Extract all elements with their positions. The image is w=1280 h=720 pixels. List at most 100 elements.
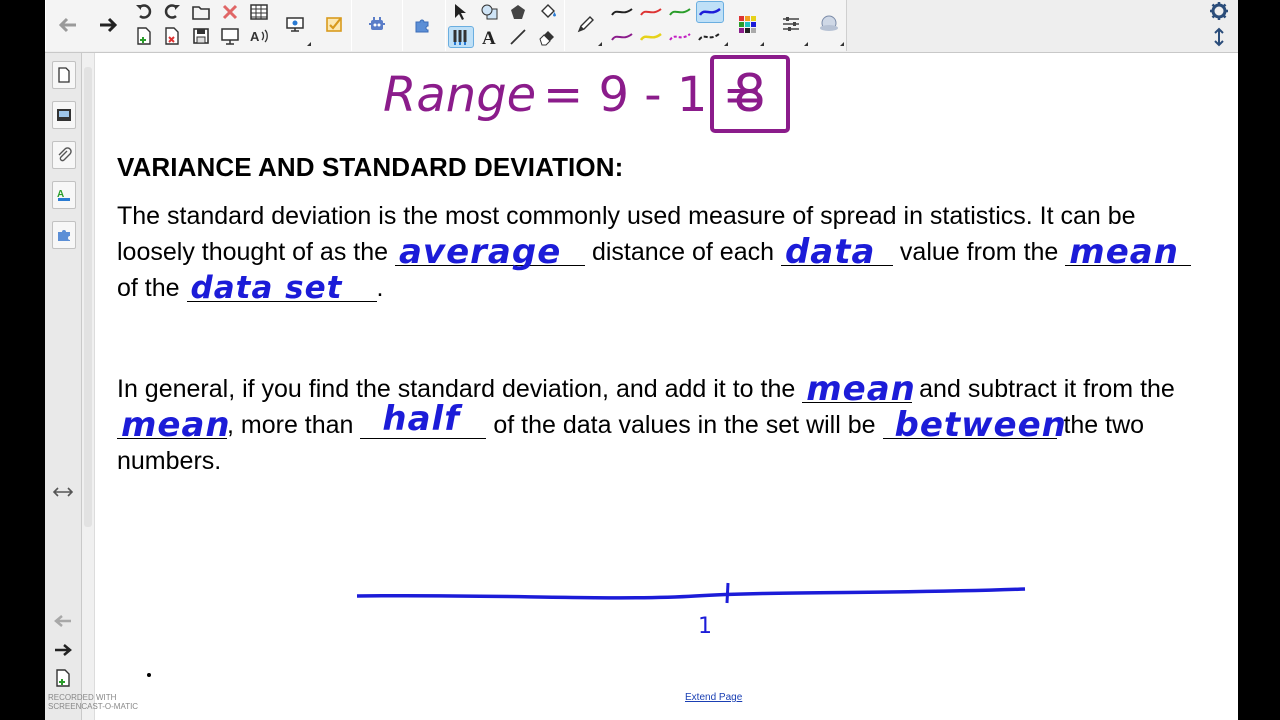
pen-type-dropdown[interactable] xyxy=(598,42,602,46)
paragraph-general-rule: In general, if you find the standard dev… xyxy=(117,371,1217,479)
resize-arrows-icon[interactable] xyxy=(52,485,74,504)
range-label: Range xyxy=(383,67,536,123)
pen-style-black-dashed[interactable] xyxy=(697,26,721,48)
properties-icon[interactable] xyxy=(779,13,803,35)
para1-text-3: value from the xyxy=(899,238,1059,266)
number-line-axis xyxy=(356,587,1026,600)
fill-mean-3: mean xyxy=(121,405,231,445)
range-annotation: Range = 9 - 1 = 8 xyxy=(383,55,790,133)
attachments-icon[interactable] xyxy=(52,141,76,169)
fill-half: half xyxy=(382,399,461,439)
pen-style-purple[interactable] xyxy=(610,26,634,48)
properties-dropdown[interactable] xyxy=(804,42,808,46)
watermark-line-2: SCREENCAST-O-MATIC xyxy=(48,702,139,711)
whiteboard-page[interactable]: Range = 9 - 1 = 8 1 VARIANCE AND STANDAR… xyxy=(95,53,1238,720)
number-line: 1 xyxy=(356,582,1026,639)
pen-style-dropdown[interactable] xyxy=(724,42,728,46)
scroll-thumb[interactable] xyxy=(84,67,92,527)
extend-page-link[interactable]: Extend Page xyxy=(685,692,742,703)
line-icon[interactable] xyxy=(506,26,530,48)
toolbar: A A xyxy=(45,0,1238,53)
colour-palette-icon[interactable] xyxy=(735,13,759,35)
para2-text-4: of the data values in the set will be xyxy=(493,411,876,439)
para2-text-2: and subtract it from the xyxy=(919,375,1175,403)
delete-page-icon[interactable] xyxy=(160,25,184,47)
blank-average: average xyxy=(394,235,585,269)
pens-icon[interactable] xyxy=(448,26,474,48)
extension-icon[interactable] xyxy=(411,13,435,35)
add-page-icon[interactable] xyxy=(55,669,71,692)
delete-icon[interactable] xyxy=(218,1,242,23)
screen-capture-icon[interactable] xyxy=(218,25,242,47)
add-on-icon[interactable] xyxy=(365,13,389,35)
toolbar-group-pen-properties xyxy=(564,0,847,51)
save-icon[interactable] xyxy=(189,25,213,47)
settings-icon[interactable] xyxy=(1207,0,1231,22)
svg-text:A: A xyxy=(250,29,260,44)
colour-dropdown[interactable] xyxy=(760,42,764,46)
page-scroll-strip[interactable] xyxy=(82,53,95,720)
fill-data-set: data set xyxy=(190,270,343,306)
eraser-icon[interactable] xyxy=(535,26,559,48)
lesson-activity-icon[interactable] xyxy=(323,13,347,35)
polygon-icon[interactable] xyxy=(506,1,530,23)
pen-style-magenta-dashed[interactable] xyxy=(668,26,692,48)
add-ons-icon[interactable] xyxy=(52,221,76,249)
fill-average: average xyxy=(398,232,562,272)
fill-mean-2: mean xyxy=(806,369,916,409)
undo-icon[interactable] xyxy=(132,1,156,23)
3d-icon[interactable] xyxy=(817,13,841,35)
blank-half: half xyxy=(360,402,487,439)
stray-dot xyxy=(147,673,151,677)
smart-notebook-window: A A A Range = 9 - 1 = 8 1 VARIANCE AND S… xyxy=(45,0,1238,720)
watermark-line-1: RECORDED WITH xyxy=(48,693,117,702)
blank-between: between xyxy=(882,408,1066,442)
blank-data: data xyxy=(780,235,893,269)
back-arrow-icon[interactable] xyxy=(56,14,80,36)
fill-mean-1: mean xyxy=(1069,232,1179,272)
toolbar-group-tools: A xyxy=(445,0,565,51)
table-icon[interactable] xyxy=(247,1,271,23)
toolbar-position-icon[interactable] xyxy=(1207,26,1231,48)
text-icon[interactable]: A xyxy=(477,26,501,48)
toolbar-group-extension xyxy=(402,0,446,51)
properties-icon[interactable]: A xyxy=(52,181,76,209)
pen-style-red[interactable] xyxy=(639,1,663,23)
toolbar-group-file: A xyxy=(45,0,352,51)
blank-mean-2: mean xyxy=(802,372,915,406)
pen-style-black[interactable] xyxy=(610,1,634,23)
sidebar: A xyxy=(45,53,82,720)
toolbar-right xyxy=(1205,0,1238,52)
pen-style-yellow[interactable] xyxy=(639,26,663,48)
number-line-tick xyxy=(725,582,730,604)
3d-dropdown[interactable] xyxy=(840,42,844,46)
page-sorter-icon[interactable] xyxy=(52,61,76,89)
screen-share-icon[interactable] xyxy=(283,13,307,35)
pen-style-blue[interactable] xyxy=(696,1,724,23)
open-file-icon[interactable] xyxy=(189,1,213,23)
forward-arrow-icon[interactable] xyxy=(96,14,120,36)
magic-pen-icon[interactable] xyxy=(574,13,598,35)
fill-icon[interactable] xyxy=(535,1,559,23)
para1-text-2: distance of each xyxy=(591,238,775,266)
next-page-icon[interactable] xyxy=(53,642,73,663)
para1-text-5: . xyxy=(376,274,384,302)
prev-page-icon[interactable] xyxy=(53,613,73,634)
select-icon[interactable] xyxy=(448,1,472,23)
screen-share-dropdown[interactable] xyxy=(307,42,311,46)
fill-data: data xyxy=(784,232,876,272)
para1-text-4: of the xyxy=(117,274,180,302)
fill-between: between xyxy=(894,405,1067,445)
shapes-icon[interactable] xyxy=(477,1,501,23)
paragraph-standard-deviation: The standard deviation is the most commo… xyxy=(117,198,1217,306)
toolbar-group-addons xyxy=(351,0,403,51)
blank-mean-3: mean xyxy=(117,408,230,442)
gallery-icon[interactable] xyxy=(52,101,76,129)
new-page-icon[interactable] xyxy=(132,25,156,47)
range-result: 8 xyxy=(733,64,766,124)
para2-text-3: , more than xyxy=(227,411,354,439)
number-line-tick-label: 1 xyxy=(698,614,712,639)
pen-style-green[interactable] xyxy=(668,1,692,23)
text-to-speech-icon[interactable]: A xyxy=(247,25,271,47)
redo-icon[interactable] xyxy=(160,1,184,23)
